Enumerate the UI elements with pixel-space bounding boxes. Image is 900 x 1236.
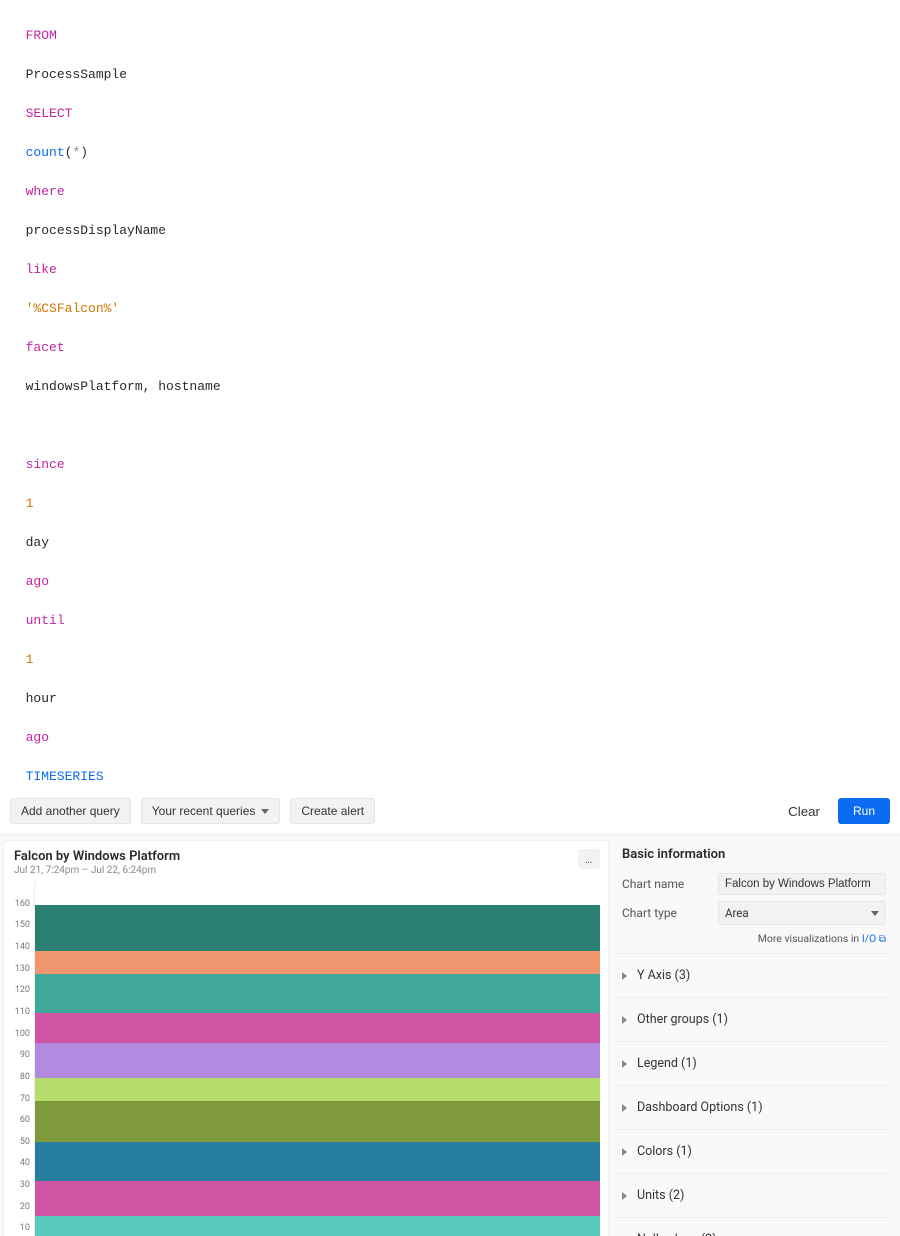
accordion-label: Units (2) xyxy=(637,1188,684,1203)
y-tick: 100 xyxy=(14,1017,34,1039)
accordion-label: Dashboard Options (1) xyxy=(637,1100,763,1115)
accordion-item[interactable]: Null values (2) xyxy=(616,1218,892,1236)
create-alert-button[interactable]: Create alert xyxy=(290,798,375,824)
more-visualizations-note: More visualizations in I/O ⧉ xyxy=(616,928,892,953)
chevron-down-icon xyxy=(261,809,269,814)
clear-button[interactable]: Clear xyxy=(780,799,828,824)
settings-header: Basic information xyxy=(616,843,892,870)
y-tick: 80 xyxy=(14,1060,34,1082)
accordion-label: Null values (2) xyxy=(637,1232,717,1236)
chart-series-band[interactable] xyxy=(35,1216,600,1236)
chart-subtitle: Jul 21, 7:24pm – Jul 22, 6:24pm xyxy=(14,865,180,876)
y-tick: 40 xyxy=(14,1147,34,1169)
accordion-label: Legend (1) xyxy=(637,1056,697,1071)
results-area: Falcon by Windows Platform Jul 21, 7:24p… xyxy=(0,835,900,1236)
chart-series-band[interactable] xyxy=(35,1101,600,1142)
kw-where: where xyxy=(26,184,65,199)
external-link-icon: ⧉ xyxy=(879,934,886,945)
accordion-item[interactable]: Dashboard Options (1) xyxy=(616,1086,892,1130)
chart-type-row: Chart type Area xyxy=(616,898,892,928)
func-count: count xyxy=(26,145,65,160)
accordion-label: Y Axis (3) xyxy=(637,968,690,983)
query-source: ProcessSample xyxy=(26,67,127,82)
more-icon: … xyxy=(585,853,593,866)
chart-series-band[interactable] xyxy=(35,951,600,974)
accordion-item[interactable]: Colors (1) xyxy=(616,1130,892,1174)
io-link[interactable]: I/O ⧉ xyxy=(862,932,886,945)
chart-series-band[interactable] xyxy=(35,1013,600,1043)
chart-panel: Falcon by Windows Platform Jul 21, 7:24p… xyxy=(4,841,608,1236)
chart-series-band[interactable] xyxy=(35,905,600,951)
y-tick: 130 xyxy=(14,952,34,974)
y-tick: 10 xyxy=(14,1212,34,1234)
y-tick: 110 xyxy=(14,995,34,1017)
y-tick: 90 xyxy=(14,1039,34,1061)
chart-series-band[interactable] xyxy=(35,1181,600,1216)
accordion-label: Other groups (1) xyxy=(637,1012,728,1027)
chart-header: Falcon by Windows Platform Jul 21, 7:24p… xyxy=(14,849,600,876)
chart-name-label: Chart name xyxy=(622,877,712,891)
y-tick: 0 xyxy=(14,1233,34,1236)
chart-type-label: Chart type xyxy=(622,906,712,920)
y-tick: 20 xyxy=(14,1190,34,1212)
query-toolbar: Add another query Your recent queries Cr… xyxy=(0,788,900,835)
accordion-item[interactable]: Units (2) xyxy=(616,1174,892,1218)
chart-series-band[interactable] xyxy=(35,1078,600,1101)
accordion-item[interactable]: Y Axis (3) xyxy=(616,954,892,998)
chart-plot-area[interactable] xyxy=(34,882,600,1236)
chevron-right-icon xyxy=(622,1192,627,1200)
chart-title: Falcon by Windows Platform xyxy=(14,849,180,864)
chart-type-select[interactable]: Area xyxy=(718,901,886,925)
accordion-item[interactable]: Other groups (1) xyxy=(616,998,892,1042)
y-tick: 70 xyxy=(14,1082,34,1104)
chevron-right-icon xyxy=(622,1016,627,1024)
accordion-label: Colors (1) xyxy=(637,1144,692,1159)
y-tick: 30 xyxy=(14,1168,34,1190)
settings-accordion: Y Axis (3) Other groups (1) Legend (1) Dash… xyxy=(616,953,892,1236)
add-another-query-button[interactable]: Add another query xyxy=(10,798,131,824)
accordion-item[interactable]: Legend (1) xyxy=(616,1042,892,1086)
kw-from: FROM xyxy=(26,28,57,43)
y-tick: 120 xyxy=(14,974,34,996)
chart-body: 0102030405060708090100110120130140150160 xyxy=(14,882,600,1236)
chevron-right-icon xyxy=(622,972,627,980)
y-tick: 150 xyxy=(14,909,34,931)
settings-panel: Basic information Chart name Chart type … xyxy=(608,835,900,1236)
chart-name-input[interactable] xyxy=(718,873,886,895)
chart-menu-button[interactable]: … xyxy=(578,849,600,869)
y-tick: 160 xyxy=(14,887,34,909)
y-tick: 140 xyxy=(14,930,34,952)
chevron-down-icon xyxy=(871,911,879,916)
y-tick: 60 xyxy=(14,1104,34,1126)
chart-series-band[interactable] xyxy=(35,1142,600,1181)
chevron-right-icon xyxy=(622,1148,627,1156)
nrql-query-editor[interactable]: FROM ProcessSample SELECT count(*) where… xyxy=(0,0,900,788)
chart-series-band[interactable] xyxy=(35,974,600,1013)
chevron-right-icon xyxy=(622,1104,627,1112)
run-button[interactable]: Run xyxy=(838,798,890,824)
chart-series-band[interactable] xyxy=(35,1043,600,1078)
y-tick: 50 xyxy=(14,1125,34,1147)
kw-select: SELECT xyxy=(26,106,73,121)
chart-y-axis: 0102030405060708090100110120130140150160 xyxy=(14,882,34,1236)
recent-queries-button[interactable]: Your recent queries xyxy=(141,798,281,824)
chart-name-row: Chart name xyxy=(616,870,892,898)
chevron-right-icon xyxy=(622,1060,627,1068)
